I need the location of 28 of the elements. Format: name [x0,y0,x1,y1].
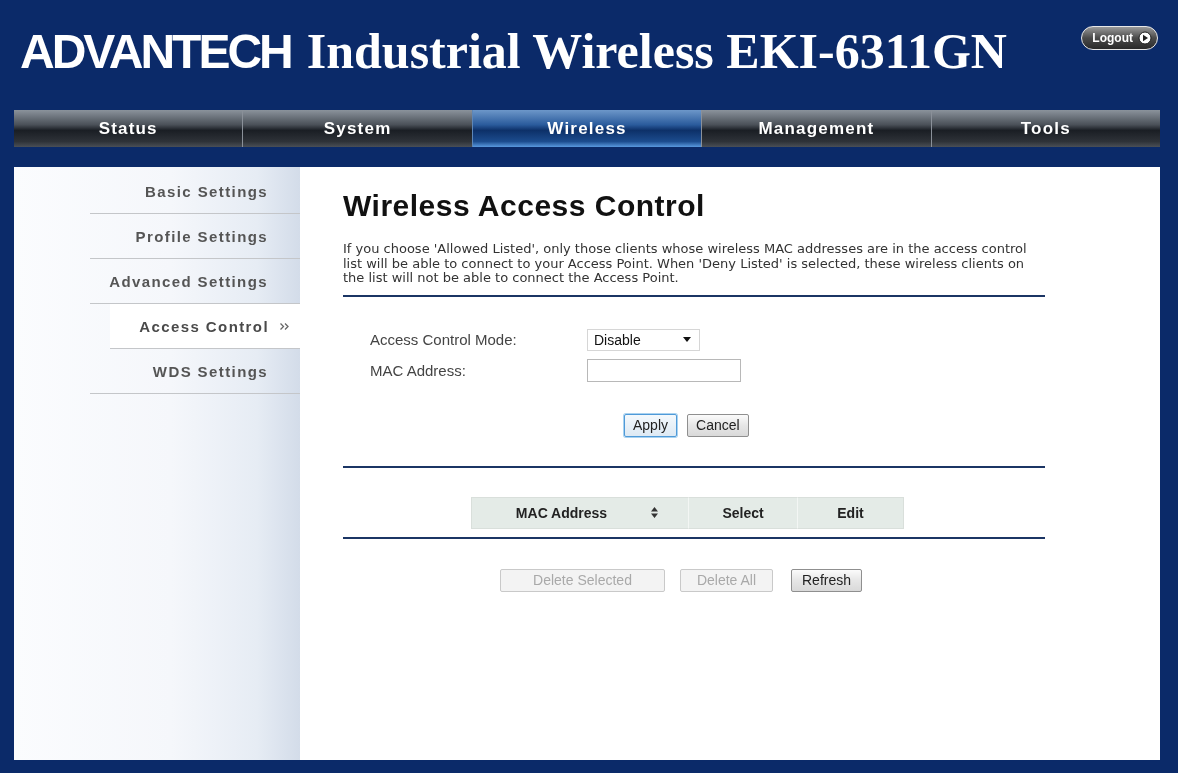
sidebar-link[interactable]: Profile Settings [90,214,300,259]
page-description: If you choose 'Allowed Listed', only those clients whose wireless MAC addresses are in the access control list will be able to connect to your Access Point. When 'Deny Listed' is selected, these wireless clients on the list will not be able to connect the Access Point. [343,242,1028,286]
sidebar-link[interactable]: Basic Settings [90,169,300,214]
nav-tab[interactable]: System [242,110,472,147]
double-chevron-icon [280,322,289,330]
logout-button[interactable]: Logout [1081,26,1158,50]
field-label: MAC Address: [370,362,467,379]
nav-tab[interactable]: Management [701,110,931,147]
form-button[interactable]: Apply [624,413,678,437]
field-label: Access Control Mode: [370,331,518,348]
nav-tab[interactable]: Tools [930,110,1161,147]
product-title: Industrial Wireless EKI-6311GN [306,22,1007,80]
column-label: Edit [837,504,864,521]
dropdown[interactable]: Disable [587,328,700,351]
sidebar-link[interactable]: WDS Settings [90,349,300,394]
form-button[interactable]: Cancel [687,413,749,437]
nav-tab[interactable]: Status [14,110,243,147]
nav-tab[interactable]: Wireless [471,110,702,147]
arrow-circle-icon [1138,31,1152,45]
table-action-button[interactable]: Refresh [791,568,862,592]
sidebar-link[interactable]: Access Control [110,304,300,349]
text-field[interactable] [587,359,741,382]
caret-icon [683,337,691,342]
sort-icon[interactable] [651,507,659,518]
page-title: Wireless Access Control [343,189,706,223]
column-label: Select [722,504,764,521]
brand-logo: ADVANTECH [20,23,291,79]
column-label: MAC Address [515,504,608,521]
